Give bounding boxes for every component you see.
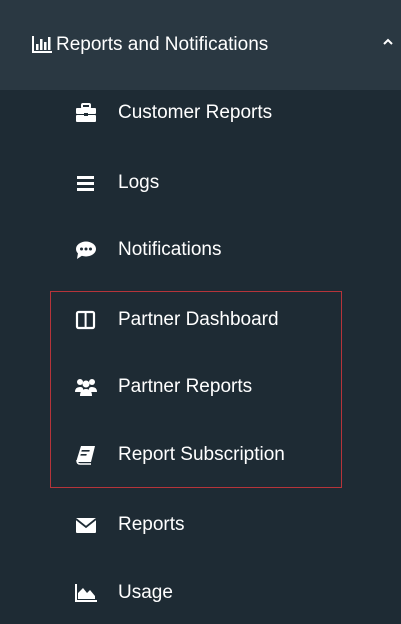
nav-item-label: Usage [118,582,173,603]
nav-item-label: Reports [118,514,185,535]
area-chart-icon [75,584,97,602]
section-header-label: Reports and Notifications [56,34,269,55]
nav-item-label: Notifications [118,239,222,260]
nav-item-logs[interactable]: Logs [0,150,401,216]
nav-item-customer-reports[interactable]: Customer Reports [0,80,401,146]
nav-item-label: Partner Dashboard [118,309,279,330]
nav-item-report-subscription[interactable]: Report Subscription [0,422,401,488]
nav-item-notifications[interactable]: Notifications [0,217,401,283]
comment-dots-icon [76,241,96,259]
chevron-up-icon[interactable] [383,38,393,45]
nav-item-partner-dashboard[interactable]: Partner Dashboard [0,287,401,353]
bar-chart-icon [32,36,52,53]
sidebar: Reports and Notifications Customer Repor… [0,0,401,624]
nav-item-label: Partner Reports [118,376,253,397]
envelope-icon [75,518,97,533]
nav-item-usage[interactable]: Usage [0,560,401,624]
nav-item-label: Logs [118,172,160,193]
section-header-reports-and-notifications[interactable]: Reports and Notifications [0,0,401,90]
columns-icon [75,310,96,330]
nav-item-label: Customer Reports [118,102,273,123]
nav-item-partner-reports[interactable]: Partner Reports [0,354,401,420]
bars-icon [77,176,94,191]
briefcase-icon [76,103,96,122]
users-icon [75,379,97,396]
nav-item-label: Report Subscription [118,444,285,465]
book-icon [76,446,95,465]
nav-item-reports[interactable]: Reports [0,492,401,558]
